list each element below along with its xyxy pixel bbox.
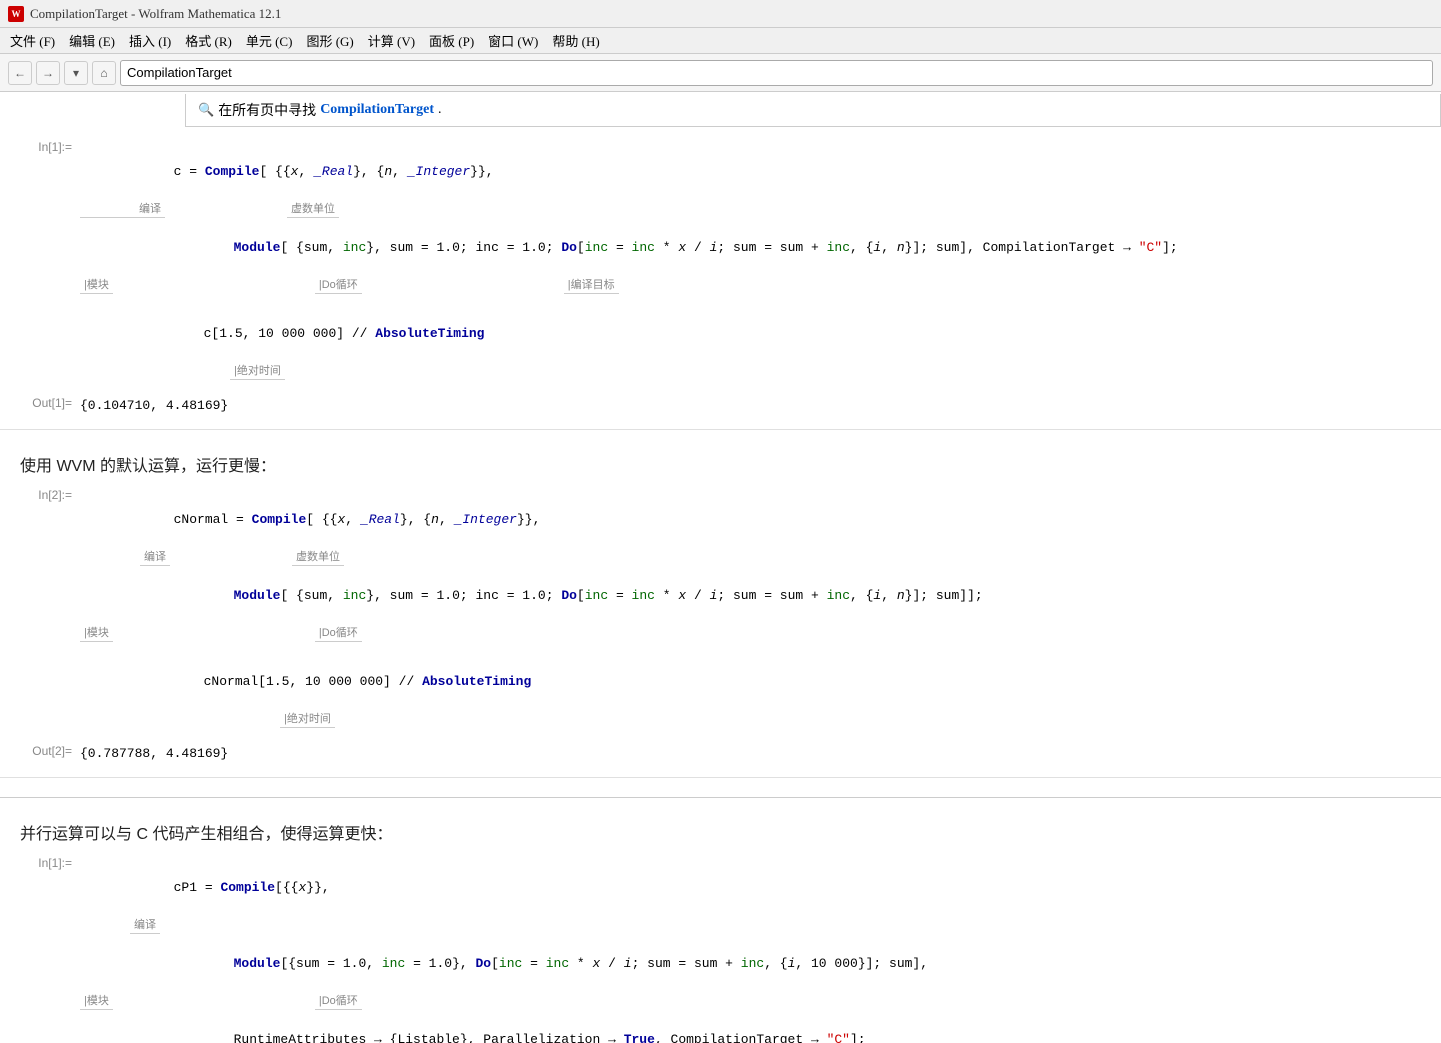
cell-row-in2: In[2]:= cNormal = Compile[ {{x, _Real}, … [0, 484, 1441, 734]
menu-graphics[interactable]: 图形 (G) [300, 29, 359, 52]
search-prefix: 在所有页中寻找 [218, 100, 316, 120]
cell-content-2[interactable]: cNormal = Compile[ {{x, _Real}, {n, _Int… [80, 486, 1441, 732]
toolbar: ← → ▾ ⌂ [0, 54, 1441, 92]
section-heading-2: 使用 WVM 的默认运算，运行更慢： [0, 440, 1441, 484]
menu-bar: 文件 (F) 编辑 (E) 插入 (I) 格式 (R) 单元 (C) 图形 (G… [0, 28, 1441, 54]
in-label-1: In[1]:= [0, 138, 80, 154]
search-link[interactable]: CompilationTarget [320, 102, 434, 118]
back-button[interactable]: ← [8, 61, 32, 85]
in-label-2: In[2]:= [0, 486, 80, 502]
code-block-1: c = Compile[ {{x, _Real}, {n, _Integer}}… [80, 138, 1421, 298]
cell-content-1[interactable]: c = Compile[ {{x, _Real}, {n, _Integer}}… [80, 138, 1441, 384]
cell-row-in3: In[1]:= cP1 = Compile[{{x}}, 编译 Module[{… [0, 852, 1441, 1043]
menu-evaluate[interactable]: 计算 (V) [362, 29, 421, 52]
code-line-3-1: cP1 = Compile[{{x}}, [80, 858, 1421, 917]
tooltip-abstime-2: |绝对时间 [280, 711, 335, 729]
output-1: {0.104710, 4.48169} [80, 394, 1441, 417]
home-button[interactable]: ⌂ [92, 61, 116, 85]
output-2: {0.787788, 4.48169} [80, 742, 1441, 765]
tooltip-compile-2: 编译 [140, 549, 170, 567]
tooltip-ct-1: |编译目标 [564, 277, 619, 295]
tooltip-row-1b: |模块 |Do循环 |编译目标 [80, 277, 1421, 295]
code-block-2: cNormal = Compile[ {{x, _Real}, {n, _Int… [80, 486, 1421, 646]
search-input[interactable] [120, 60, 1433, 86]
timing-block-1: c[1.5, 10 000 000] // AbsoluteTiming |绝对… [80, 298, 1421, 384]
tooltip-timing-1: |绝对时间 [80, 363, 1421, 381]
search-suffix: . [438, 102, 442, 118]
divider-1 [0, 778, 1441, 798]
out-label-2: Out[2]= [0, 742, 80, 758]
title-bar: W CompilationTarget - Wolfram Mathematic… [0, 0, 1441, 28]
tooltip-do-1: |Do循环 [315, 277, 362, 295]
tooltip-row-2b: |模块 |Do循环 [80, 625, 1421, 643]
app-icon: W [8, 6, 24, 22]
tooltip-module-3: |模块 [80, 993, 113, 1011]
out-label-1: Out[1]= [0, 394, 80, 410]
tooltip-abstime-1: |绝对时间 [230, 363, 285, 381]
tooltip-row-3b: |模块 |Do循环 [80, 993, 1421, 1011]
code-line-1-1: c = Compile[ {{x, _Real}, {n, _Integer}}… [80, 142, 1421, 201]
tooltip-row-2a: 编译 虚数单位 [80, 549, 1421, 567]
timing-line-2: cNormal[1.5, 10 000 000] // AbsoluteTimi… [80, 652, 1421, 711]
section-heading-4: 并行运算可以与 C 代码产生相组合，使得运算更快： [0, 808, 1441, 852]
search-icon: 🔍 [198, 102, 214, 118]
tooltip-do-2: |Do循环 [315, 625, 362, 643]
tooltip-row-1a: 编译 虚数单位 [80, 201, 1421, 219]
tooltip-compile-3: 编译 [130, 917, 160, 935]
tooltip-module-2: |模块 [80, 625, 113, 643]
code-line-3-2: Module[{sum = 1.0, inc = 1.0}, Do[inc = … [80, 934, 1421, 993]
menu-cell[interactable]: 单元 (C) [240, 29, 299, 52]
search-dropdown: 🔍 在所有页中寻找 CompilationTarget . [185, 94, 1441, 127]
tooltip-timing-2: |绝对时间 [80, 711, 1421, 729]
menu-window[interactable]: 窗口 (W) [482, 29, 544, 52]
timing-line-1: c[1.5, 10 000 000] // AbsoluteTiming [80, 304, 1421, 363]
menu-edit[interactable]: 编辑 (E) [63, 29, 121, 52]
section-text-2: 使用 WVM 的默认运算，运行更慢： In[2]:= cNormal = Com… [0, 430, 1441, 778]
in-label-3: In[1]:= [0, 854, 80, 870]
tooltip-module-1: |模块 [80, 277, 113, 295]
code-line-2-2: Module[ {sum, inc}, sum = 1.0; inc = 1.0… [80, 566, 1421, 625]
timing-block-2: cNormal[1.5, 10 000 000] // AbsoluteTimi… [80, 646, 1421, 732]
tooltip-imaginary-1: 虚数单位 [287, 201, 339, 219]
tooltip-row-3a: 编译 [80, 917, 1421, 935]
menu-insert[interactable]: 插入 (I) [123, 29, 177, 52]
tooltip-imaginary-2: 虚数单位 [292, 549, 344, 567]
menu-palettes[interactable]: 面板 (P) [423, 29, 480, 52]
forward-button[interactable]: → [36, 61, 60, 85]
code-line-2-1: cNormal = Compile[ {{x, _Real}, {n, _Int… [80, 490, 1421, 549]
cell-row-out2: Out[2]= {0.787788, 4.48169} [0, 740, 1441, 767]
menu-format[interactable]: 格式 (R) [179, 29, 238, 52]
window-title: CompilationTarget - Wolfram Mathematica … [30, 6, 281, 22]
main-content: In[1]:= c = Compile[ {{x, _Real}, {n, _I… [0, 126, 1441, 1043]
menu-help[interactable]: 帮助 (H) [546, 29, 605, 52]
cell-row-out1: Out[1]= {0.104710, 4.48169} [0, 392, 1441, 419]
code-line-1-2: Module[ {sum, inc}, sum = 1.0; inc = 1.0… [80, 218, 1421, 277]
cell-row-in1: In[1]:= c = Compile[ {{x, _Real}, {n, _I… [0, 136, 1441, 386]
nav-dropdown[interactable]: ▾ [64, 61, 88, 85]
section-text-4: 并行运算可以与 C 代码产生相组合，使得运算更快： In[1]:= cP1 = … [0, 798, 1441, 1043]
menu-file[interactable]: 文件 (F) [4, 29, 61, 52]
tooltip-do-3: |Do循环 [315, 993, 362, 1011]
cell-group-1: In[1]:= c = Compile[ {{x, _Real}, {n, _I… [0, 126, 1441, 430]
tooltip-compile-1: 编译 [80, 201, 165, 219]
